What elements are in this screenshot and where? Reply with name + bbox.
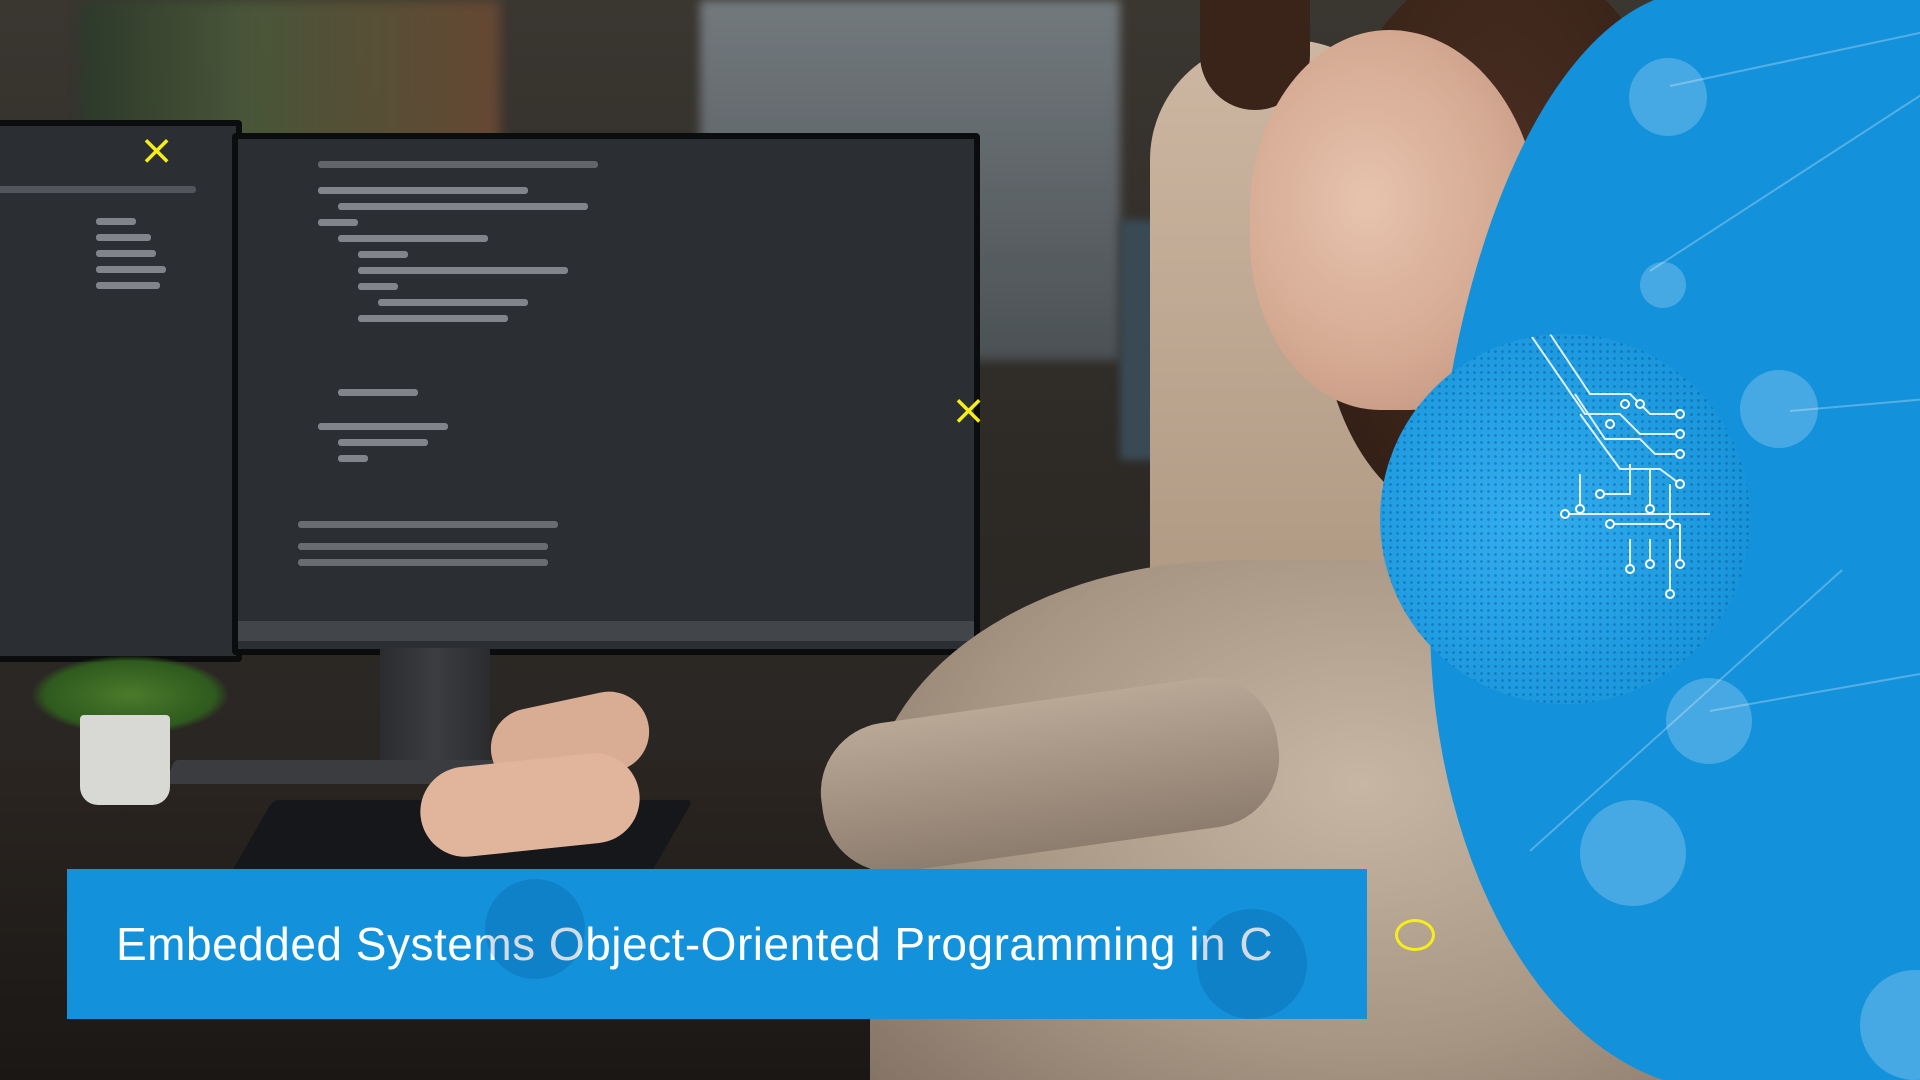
page-title: Embedded Systems Object-Oriented Program… <box>116 918 1274 970</box>
yellow-cross-mark: × <box>951 385 987 434</box>
yellow-ring-mark <box>1395 919 1435 951</box>
code-editor-screen <box>238 139 974 649</box>
title-banner: Embedded Systems Object-Oriented Program… <box>67 869 1367 1019</box>
plant-pot <box>80 715 170 805</box>
left-monitor <box>0 120 242 662</box>
main-monitor <box>232 133 980 655</box>
circuit-board-graphic <box>1380 334 1750 704</box>
yellow-cross-mark: × <box>139 125 175 174</box>
hero-image: × × Embedded Systems Object-Oriented Pro… <box>0 0 1920 1080</box>
monitor-stand <box>380 648 490 768</box>
left-monitor-screen <box>0 126 236 656</box>
